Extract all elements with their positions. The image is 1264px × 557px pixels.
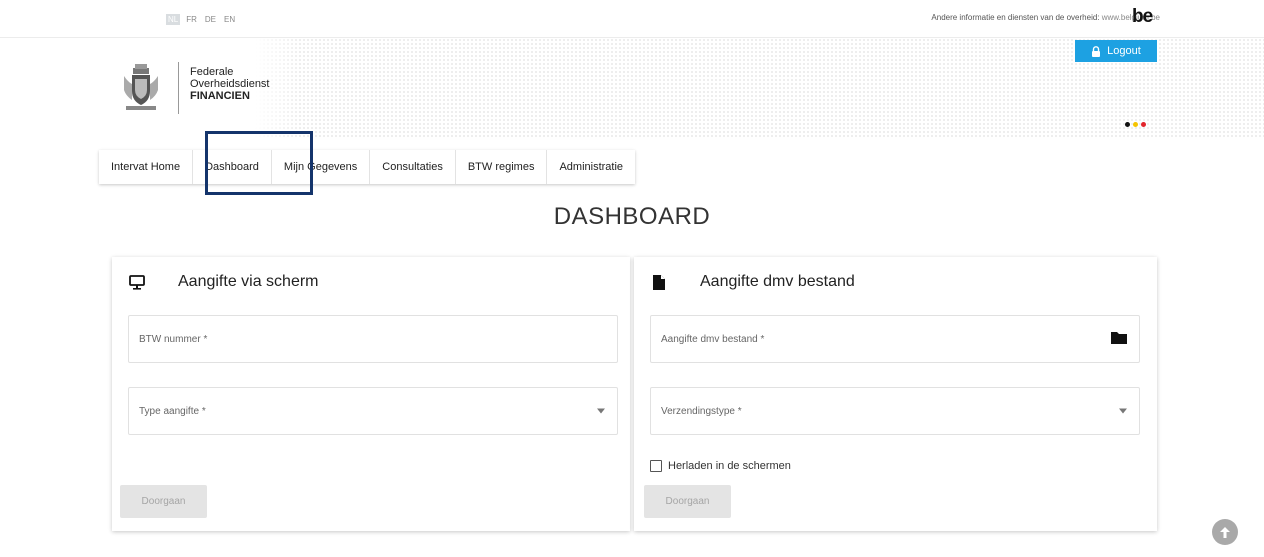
file-declaration-card: Aangifte dmv bestand Aangifte dmv bestan… (634, 257, 1157, 531)
gov-info: Andere informatie en diensten van de ove… (931, 13, 1160, 22)
btw-number-input[interactable]: BTW nummer * (128, 315, 618, 363)
scroll-top-button[interactable] (1212, 519, 1238, 545)
folder-icon[interactable] (1111, 331, 1127, 347)
logo-separator (178, 62, 179, 114)
tab-administratie[interactable]: Administratie (547, 150, 636, 184)
language-en[interactable]: EN (222, 14, 237, 25)
top-bar: NL FR DE EN Andere informatie en dienste… (0, 0, 1264, 38)
language-nl[interactable]: NL (166, 14, 181, 25)
declaration-type-select[interactable]: Type aangifte * (128, 387, 618, 435)
card-title: Aangifte via scherm (178, 273, 319, 290)
reload-checkbox-row[interactable]: Herladen in de schermen (650, 460, 791, 472)
card-title: Aangifte dmv bestand (700, 273, 855, 290)
monitor-icon (128, 273, 146, 291)
declaration-type-placeholder: Type aangifte * (139, 405, 206, 417)
dropdown-arrow-icon (597, 406, 605, 417)
tab-consultaties[interactable]: Consultaties (370, 150, 456, 184)
btw-number-placeholder: BTW nummer * (139, 333, 208, 345)
be-logo-text: be (1132, 6, 1153, 27)
card-header: Aangifte via scherm (128, 273, 319, 291)
be-logo[interactable]: be (1132, 6, 1153, 28)
header: Federale Overheidsdienst FINANCIEN Logou… (0, 38, 1264, 138)
flag-dot-yellow (1133, 122, 1138, 127)
belgian-crest-icon (124, 64, 158, 110)
continue-button[interactable]: Doorgaan (644, 485, 731, 518)
file-icon (650, 273, 668, 291)
card-header: Aangifte dmv bestand (650, 273, 855, 291)
arrow-up-icon (1220, 526, 1230, 538)
flag-dot-red (1141, 122, 1146, 127)
logo-line-2: Overheidsdienst (190, 78, 270, 90)
dropdown-arrow-icon (1119, 406, 1127, 417)
logout-button[interactable]: Logout (1075, 40, 1157, 62)
lock-icon (1092, 45, 1101, 57)
logout-label: Logout (1107, 45, 1141, 57)
file-upload-placeholder: Aangifte dmv bestand * (661, 333, 765, 345)
tab-mijn-gegevens[interactable]: Mijn Gegevens (271, 150, 371, 184)
logo-line-1: Federale (190, 66, 234, 78)
reload-checkbox[interactable] (650, 460, 662, 472)
language-de[interactable]: DE (203, 14, 218, 25)
tab-btw-regimes[interactable]: BTW regimes (455, 150, 548, 184)
tab-dashboard[interactable]: Dashboard (193, 150, 272, 184)
language-switcher: NL FR DE EN (166, 14, 237, 25)
agency-logo-text: Federale Overheidsdienst FINANCIEN (190, 66, 270, 102)
gov-info-text: Andere informatie en diensten van de ove… (931, 13, 1100, 22)
main-nav: Intervat Home Dashboard Mijn Gegevens Co… (99, 150, 636, 184)
shipping-type-placeholder: Verzendingstype * (661, 405, 742, 417)
page-title: DASHBOARD (553, 203, 711, 230)
tab-intervat-home[interactable]: Intervat Home (99, 150, 194, 184)
logo-line-3: FINANCIEN (190, 90, 250, 102)
screen-declaration-card: Aangifte via scherm BTW nummer * Type aa… (112, 257, 630, 531)
shipping-type-select[interactable]: Verzendingstype * (650, 387, 1140, 435)
continue-button[interactable]: Doorgaan (120, 485, 207, 518)
flag-dots (1125, 122, 1146, 127)
file-upload-input[interactable]: Aangifte dmv bestand * (650, 315, 1140, 363)
flag-dot-black (1125, 122, 1130, 127)
language-fr[interactable]: FR (184, 14, 199, 25)
reload-checkbox-label: Herladen in de schermen (668, 460, 791, 472)
